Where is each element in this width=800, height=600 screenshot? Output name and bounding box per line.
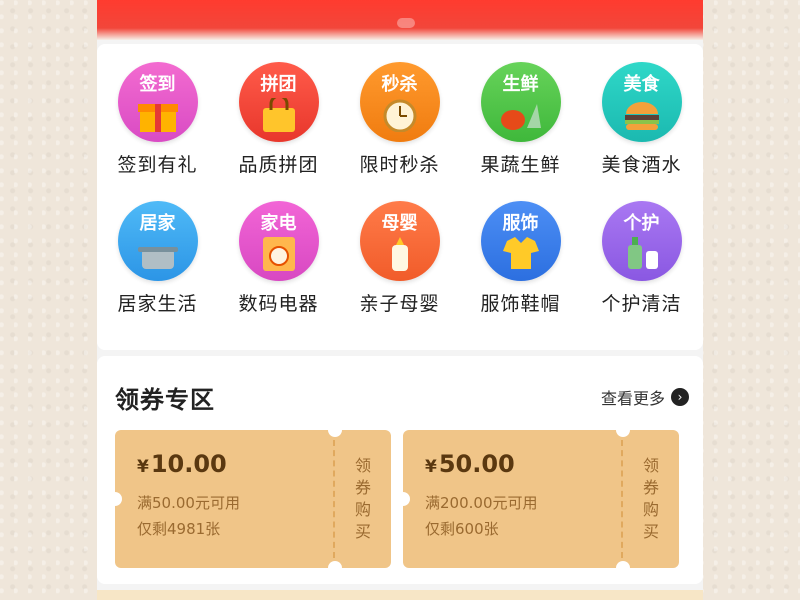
category-label: 服饰鞋帽 — [480, 293, 561, 315]
category-badge: 秒杀 — [381, 74, 418, 95]
category-circle: 居家 — [117, 201, 198, 281]
category-item[interactable]: 居家 居家生活 — [97, 201, 218, 316]
claim-char: 领 — [354, 456, 371, 475]
category-grid-card: 签到 签到有礼 拼团 品质拼团 秒杀 限时秒杀 生鲜 果蔬生鲜 美食 美食酒水 … — [97, 44, 703, 350]
category-item[interactable]: 美食 美食酒水 — [581, 62, 702, 177]
alarm-clock-icon — [378, 94, 422, 136]
shirt-icon — [499, 235, 543, 275]
coupon-remaining: 仅剩600张 — [425, 520, 499, 538]
vegetables-icon — [497, 98, 545, 136]
category-circle: 拼团 — [238, 62, 319, 142]
coupon-amount: ¥10.00 — [137, 450, 227, 478]
category-circle: 生鲜 — [480, 62, 561, 142]
category-badge: 服饰 — [502, 213, 539, 234]
next-section-edge — [97, 590, 703, 600]
category-item[interactable]: 家电 数码电器 — [218, 201, 339, 316]
baby-bottle-icon — [380, 235, 420, 275]
claim-char: 券 — [642, 478, 659, 497]
claim-char: 领 — [642, 456, 659, 475]
pot-icon — [134, 239, 182, 275]
coupon-remaining: 仅剩4981张 — [137, 520, 221, 538]
phone-screen: 签到 签到有礼 拼团 品质拼团 秒杀 限时秒杀 生鲜 果蔬生鲜 美食 美食酒水 … — [97, 0, 703, 600]
view-more-label: 查看更多 — [600, 389, 665, 408]
claim-char: 买 — [642, 522, 659, 541]
claim-char: 购 — [642, 500, 659, 519]
category-badge: 签到 — [139, 74, 176, 95]
gift-icon — [136, 98, 180, 136]
claim-coupon-button[interactable]: 领券购买 — [335, 430, 391, 568]
category-label: 数码电器 — [238, 293, 319, 315]
coupon-notch — [403, 492, 410, 506]
shopping-bag-icon — [257, 94, 301, 136]
chevron-right-icon: › — [671, 388, 689, 406]
category-label: 果蔬生鲜 — [480, 154, 561, 176]
category-badge: 美食 — [623, 74, 660, 95]
category-badge: 居家 — [139, 213, 176, 234]
claim-char: 购 — [354, 500, 371, 519]
category-item[interactable]: 生鲜 果蔬生鲜 — [460, 62, 581, 177]
coupon-condition: 满50.00元可用 — [137, 494, 240, 512]
coupon-condition: 满200.00元可用 — [425, 494, 538, 512]
category-badge: 拼团 — [260, 74, 297, 95]
burger-icon — [620, 98, 664, 136]
coupon-card[interactable]: ¥50.00 满200.00元可用 仅剩600张 领券购买 — [403, 430, 679, 568]
category-item[interactable]: 服饰 服饰鞋帽 — [460, 201, 581, 316]
claim-char: 券 — [354, 478, 371, 497]
lotion-bottle-icon — [620, 231, 664, 275]
category-item[interactable]: 秒杀 限时秒杀 — [339, 62, 460, 177]
top-banner[interactable] — [97, 0, 703, 40]
category-circle: 签到 — [117, 62, 198, 142]
category-badge: 母婴 — [381, 213, 418, 234]
category-circle: 个护 — [601, 201, 682, 281]
category-label: 居家生活 — [117, 293, 198, 315]
category-label: 品质拼团 — [238, 154, 319, 176]
coupon-section: 领券专区 查看更多 › ¥10.00 满50.00元可用 仅剩4981张 领券购… — [97, 356, 703, 584]
claim-coupon-button[interactable]: 领券购买 — [623, 430, 679, 568]
category-item[interactable]: 个护 个护清洁 — [581, 201, 702, 316]
category-circle: 服饰 — [480, 201, 561, 281]
category-circle: 母婴 — [359, 201, 440, 281]
category-label: 亲子母婴 — [359, 293, 440, 315]
category-label: 签到有礼 — [117, 154, 198, 176]
category-badge: 生鲜 — [502, 74, 539, 95]
category-circle: 美食 — [601, 62, 682, 142]
category-item[interactable]: 母婴 亲子母婴 — [339, 201, 460, 316]
coupon-amount: ¥50.00 — [425, 450, 515, 478]
category-circle: 秒杀 — [359, 62, 440, 142]
view-more-link[interactable]: 查看更多 › — [601, 385, 689, 409]
category-label: 美食酒水 — [601, 154, 682, 176]
category-grid: 签到 签到有礼 拼团 品质拼团 秒杀 限时秒杀 生鲜 果蔬生鲜 美食 美食酒水 … — [97, 62, 703, 316]
category-label: 个护清洁 — [601, 293, 682, 315]
coupon-notch — [115, 492, 122, 506]
category-circle: 家电 — [238, 201, 319, 281]
category-label: 限时秒杀 — [359, 154, 440, 176]
category-item[interactable]: 签到 签到有礼 — [97, 62, 218, 177]
category-item[interactable]: 拼团 品质拼团 — [218, 62, 339, 177]
washing-machine-icon — [259, 235, 299, 275]
category-badge: 家电 — [260, 213, 297, 234]
claim-char: 买 — [354, 522, 371, 541]
coupon-card[interactable]: ¥10.00 满50.00元可用 仅剩4981张 领券购买 — [115, 430, 391, 568]
banner-indicator — [397, 18, 415, 28]
coupon-section-title: 领券专区 — [115, 386, 215, 414]
